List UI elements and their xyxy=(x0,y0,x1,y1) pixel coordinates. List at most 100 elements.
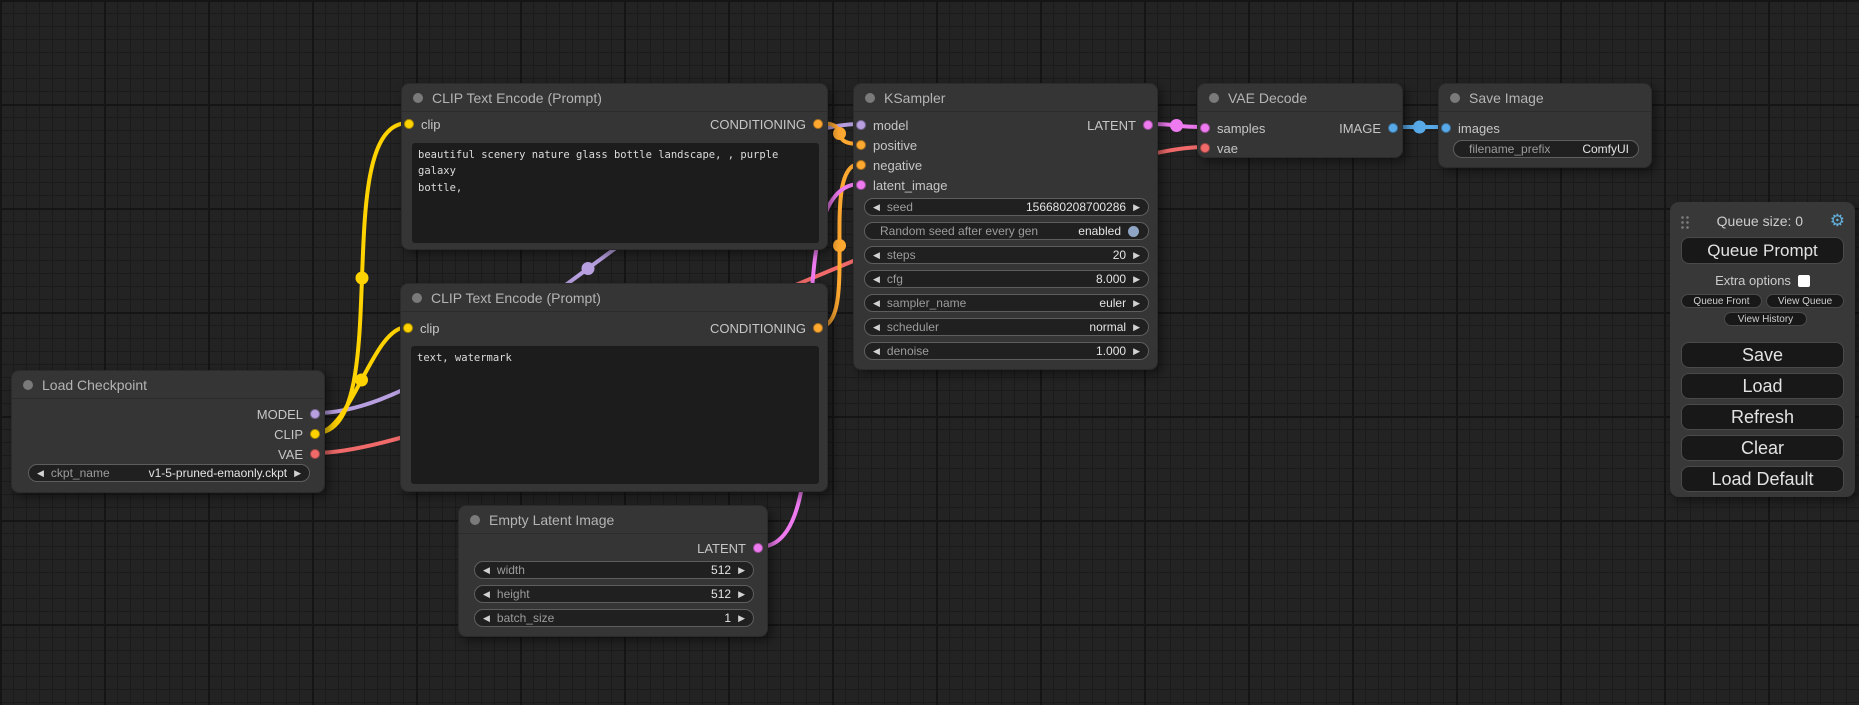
widget-value[interactable]: v1-5-pruned-emaonly.ckpt xyxy=(149,466,288,480)
node-graph-canvas[interactable]: Load CheckpointMODELCLIPVAE◀ckpt_namev1-… xyxy=(0,0,1859,705)
node-title-bar[interactable]: VAE Decode xyxy=(1198,84,1402,112)
load-default-button[interactable]: Load Default xyxy=(1681,466,1844,492)
increment-arrow-icon[interactable]: ▶ xyxy=(1133,347,1140,356)
widget-denoise[interactable]: ◀denoise1.000▶ xyxy=(864,342,1149,360)
widget-seed[interactable]: ◀seed156680208700286▶ xyxy=(864,198,1149,216)
widget-value[interactable]: 1 xyxy=(724,611,731,625)
widget-value[interactable]: 1.000 xyxy=(1096,344,1126,358)
view-history-button[interactable]: View History xyxy=(1724,312,1807,326)
increment-arrow-icon[interactable]: ▶ xyxy=(1133,299,1140,308)
increment-arrow-icon[interactable]: ▶ xyxy=(1133,275,1140,284)
save-button[interactable]: Save xyxy=(1681,342,1844,368)
clear-button[interactable]: Clear xyxy=(1681,435,1844,461)
widget-cfg[interactable]: ◀cfg8.000▶ xyxy=(864,270,1149,288)
output-port-vae[interactable] xyxy=(310,449,320,459)
input-port-model[interactable] xyxy=(856,120,866,130)
node-empty-latent-image[interactable]: Empty Latent ImageLATENT◀width512▶◀heigh… xyxy=(458,505,768,637)
node-ksampler[interactable]: KSamplermodelpositivenegativelatent_imag… xyxy=(853,83,1158,370)
input-port-positive[interactable] xyxy=(856,140,866,150)
input-port-vae[interactable] xyxy=(1200,143,1210,153)
image-link-midpoint-dot[interactable] xyxy=(1413,121,1426,134)
increment-arrow-icon[interactable]: ▶ xyxy=(738,614,745,623)
widget-value[interactable]: 512 xyxy=(711,587,731,601)
collapse-dot-icon[interactable] xyxy=(413,93,423,103)
widget-value[interactable]: euler xyxy=(1099,296,1126,310)
widget-value[interactable]: 8.000 xyxy=(1096,272,1126,286)
widget-scheduler[interactable]: ◀schedulernormal▶ xyxy=(864,318,1149,336)
widget-batch-size[interactable]: ◀batch_size1▶ xyxy=(474,609,754,627)
widget-filename-prefix[interactable]: filename_prefixComfyUI xyxy=(1453,140,1639,158)
input-port-clip[interactable] xyxy=(403,323,413,333)
widget-random-seed-after-every-gen[interactable]: Random seed after every genenabled xyxy=(864,222,1149,240)
collapse-dot-icon[interactable] xyxy=(1450,93,1460,103)
output-port-conditioning[interactable] xyxy=(813,119,823,129)
refresh-button[interactable]: Refresh xyxy=(1681,404,1844,430)
decrement-arrow-icon[interactable]: ◀ xyxy=(873,323,880,332)
node-title-bar[interactable]: Empty Latent Image xyxy=(459,506,767,534)
view-queue-button[interactable]: View Queue xyxy=(1766,294,1844,308)
widget-value[interactable]: enabled xyxy=(1078,224,1121,238)
clip-link-negative-midpoint-dot[interactable] xyxy=(355,374,368,387)
latent-to-decode-midpoint-dot[interactable] xyxy=(1170,119,1183,132)
increment-arrow-icon[interactable]: ▶ xyxy=(1133,203,1140,212)
decrement-arrow-icon[interactable]: ◀ xyxy=(483,590,490,599)
collapse-dot-icon[interactable] xyxy=(412,293,422,303)
widget-value[interactable]: 156680208700286 xyxy=(1026,200,1126,214)
increment-arrow-icon[interactable]: ▶ xyxy=(738,590,745,599)
widget-height[interactable]: ◀height512▶ xyxy=(474,585,754,603)
node-vae-decode[interactable]: VAE DecodesamplesvaeIMAGE xyxy=(1197,83,1403,158)
drag-handle-icon[interactable] xyxy=(1680,214,1690,229)
toggle-knob-icon[interactable] xyxy=(1128,226,1139,237)
widget-sampler-name[interactable]: ◀sampler_nameeuler▶ xyxy=(864,294,1149,312)
output-port-latent[interactable] xyxy=(753,543,763,553)
widget-value[interactable]: 512 xyxy=(711,563,731,577)
widget-width[interactable]: ◀width512▶ xyxy=(474,561,754,579)
input-port-images[interactable] xyxy=(1441,123,1451,133)
widget-value[interactable]: ComfyUI xyxy=(1582,142,1629,156)
decrement-arrow-icon[interactable]: ◀ xyxy=(37,469,44,478)
widget-steps[interactable]: ◀steps20▶ xyxy=(864,246,1149,264)
node-title-bar[interactable]: Load Checkpoint xyxy=(12,371,324,399)
node-save-image[interactable]: Save Imageimagesfilename_prefixComfyUI xyxy=(1438,83,1652,168)
decrement-arrow-icon[interactable]: ◀ xyxy=(873,275,880,284)
prompt-textarea[interactable]: beautiful scenery nature glass bottle la… xyxy=(412,143,819,243)
widget-value[interactable]: 20 xyxy=(1113,248,1126,262)
output-port-conditioning[interactable] xyxy=(813,323,823,333)
load-button[interactable]: Load xyxy=(1681,373,1844,399)
queue-front-button[interactable]: Queue Front xyxy=(1681,294,1762,308)
output-port-model[interactable] xyxy=(310,409,320,419)
collapse-dot-icon[interactable] xyxy=(470,515,480,525)
increment-arrow-icon[interactable]: ▶ xyxy=(294,469,301,478)
increment-arrow-icon[interactable]: ▶ xyxy=(1133,251,1140,260)
collapse-dot-icon[interactable] xyxy=(865,93,875,103)
node-title-bar[interactable]: KSampler xyxy=(854,84,1157,112)
decrement-arrow-icon[interactable]: ◀ xyxy=(483,566,490,575)
decrement-arrow-icon[interactable]: ◀ xyxy=(873,299,880,308)
input-port-clip[interactable] xyxy=(404,119,414,129)
output-port-clip[interactable] xyxy=(310,429,320,439)
extra-options-checkbox[interactable] xyxy=(1798,275,1810,287)
settings-gear-icon[interactable]: ⚙ xyxy=(1830,211,1845,231)
output-port-latent[interactable] xyxy=(1143,120,1153,130)
collapse-dot-icon[interactable] xyxy=(23,380,33,390)
output-port-image[interactable] xyxy=(1388,123,1398,133)
prompt-textarea[interactable]: text, watermark xyxy=(411,346,819,484)
decrement-arrow-icon[interactable]: ◀ xyxy=(483,614,490,623)
node-title-bar[interactable]: CLIP Text Encode (Prompt) xyxy=(402,84,827,112)
node-title-bar[interactable]: CLIP Text Encode (Prompt) xyxy=(401,284,827,312)
node-load-checkpoint[interactable]: Load CheckpointMODELCLIPVAE◀ckpt_namev1-… xyxy=(11,370,325,493)
node-clip-text-encode-prompt[interactable]: CLIP Text Encode (Prompt)clipCONDITIONIN… xyxy=(401,83,828,250)
collapse-dot-icon[interactable] xyxy=(1209,93,1219,103)
input-port-samples[interactable] xyxy=(1200,123,1210,133)
widget-ckpt-name[interactable]: ◀ckpt_namev1-5-pruned-emaonly.ckpt▶ xyxy=(28,464,310,482)
widget-value[interactable]: normal xyxy=(1089,320,1126,334)
conditioning-positive-midpoint-dot[interactable] xyxy=(833,127,846,140)
decrement-arrow-icon[interactable]: ◀ xyxy=(873,203,880,212)
node-clip-text-encode-prompt[interactable]: CLIP Text Encode (Prompt)clipCONDITIONIN… xyxy=(400,283,828,492)
queue-prompt-button[interactable]: Queue Prompt xyxy=(1681,237,1844,264)
decrement-arrow-icon[interactable]: ◀ xyxy=(873,251,880,260)
increment-arrow-icon[interactable]: ▶ xyxy=(1133,323,1140,332)
node-title-bar[interactable]: Save Image xyxy=(1439,84,1651,112)
input-port-negative[interactable] xyxy=(856,160,866,170)
increment-arrow-icon[interactable]: ▶ xyxy=(738,566,745,575)
